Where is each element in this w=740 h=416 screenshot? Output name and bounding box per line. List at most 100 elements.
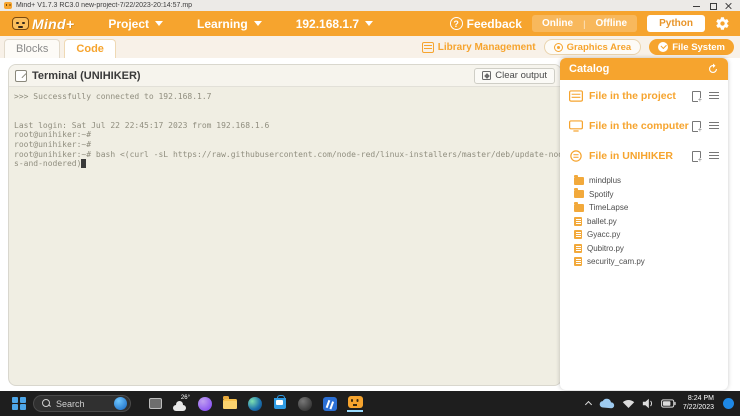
start-button-icon[interactable] [12, 396, 26, 411]
terminal-cursor [81, 159, 87, 168]
chevron-down-icon [155, 21, 164, 26]
app-header: Mind+ Project Learning 192.168.1.7 ? Fee… [0, 11, 740, 36]
online-offline-toggle: Online | Offline [531, 15, 638, 32]
tray-time: 8:24 PM [687, 395, 714, 402]
python-file-icon [574, 216, 582, 226]
taskbar-search[interactable]: Search [33, 395, 131, 412]
taskbar-icon-edge[interactable] [247, 396, 263, 412]
catalog-section-unihiker[interactable]: File in UNIHIKER [560, 142, 728, 170]
terminal-line: root@unihiker:~# bash <(curl -sL https:/… [14, 149, 562, 159]
python-file-icon [574, 257, 582, 267]
library-icon [421, 41, 434, 53]
taskbar-icon-file-explorer[interactable] [222, 396, 238, 412]
folder-icon [574, 174, 584, 185]
tray-chevron-up-icon[interactable] [585, 400, 592, 407]
terminal-line: root@unihiker:~# [14, 139, 92, 149]
onedrive-cloud-icon[interactable] [599, 398, 615, 409]
file-system-button[interactable]: File System [649, 39, 734, 55]
menu-device-ip[interactable]: 192.168.1.7 [296, 17, 374, 31]
taskbar-icon-loop[interactable] [197, 396, 213, 412]
offline-button[interactable]: Offline [595, 18, 627, 29]
mindplus-logo: Mind+ [12, 16, 74, 32]
taskbar-icon-store[interactable] [272, 394, 288, 412]
menu-icon[interactable] [709, 152, 719, 160]
windows-taskbar: Search 26° 8:24 PM 7/22/2023 [0, 391, 740, 416]
maximize-icon[interactable] [709, 2, 717, 10]
project-folder-icon [569, 90, 583, 102]
catalog-header: Catalog [560, 58, 728, 80]
file-row[interactable]: mindplus [574, 174, 728, 188]
taskbar-icon-mindplus-active[interactable] [347, 396, 363, 412]
close-icon[interactable] [725, 2, 732, 9]
file-row[interactable]: security_cam.py [574, 255, 728, 269]
file-row[interactable]: Qubitro.py [574, 242, 728, 256]
window-titlebar: Mind+ V1.7.3 RC3.0 new-project-7/22/2023… [0, 0, 740, 11]
catalog-section-project[interactable]: File in the project [560, 82, 728, 110]
online-button[interactable]: Online [542, 18, 573, 29]
new-file-icon[interactable] [692, 120, 702, 134]
question-icon: ? [449, 17, 463, 30]
terminal-line: Last login: Sat Jul 22 22:45:17 2023 fro… [14, 120, 270, 130]
weather-temp: 26° [180, 394, 190, 401]
menu-project[interactable]: Project [108, 17, 164, 31]
window-title: Mind+ V1.7.3 RC3.0 new-project-7/22/2023… [16, 2, 193, 9]
python-file-icon [574, 243, 582, 253]
terminal-header: Terminal (UNIHIKER) Clear output [9, 65, 561, 87]
file-row[interactable]: Gyacc.py [574, 228, 728, 242]
unihiker-device-icon [570, 150, 582, 162]
battery-icon[interactable] [660, 398, 676, 409]
graphics-area-button[interactable]: Graphics Area [543, 39, 642, 55]
terminal-title: Terminal (UNIHIKER) [32, 69, 141, 82]
library-management-button[interactable]: Library Management [421, 41, 536, 53]
python-file-icon [574, 230, 582, 240]
clear-output-button[interactable]: Clear output [474, 67, 555, 84]
menu-learning[interactable]: Learning [197, 17, 262, 31]
minimize-icon[interactable] [693, 2, 700, 9]
terminal-line: root@unihiker:~# [14, 130, 92, 140]
chevron-down-icon [365, 21, 374, 26]
mindplus-app-icon [4, 2, 12, 9]
search-icon [42, 399, 51, 408]
search-highlights-icon [114, 397, 127, 410]
file-row[interactable]: Spotify [574, 188, 728, 202]
tray-clock[interactable]: 8:24 PM 7/22/2023 [683, 395, 714, 412]
file-row[interactable]: ballet.py [574, 215, 728, 229]
feedback-button[interactable]: ? Feedback [449, 17, 522, 31]
terminal-panel: Terminal (UNIHIKER) Clear output >>> Suc… [8, 64, 562, 386]
check-circle-icon [658, 42, 669, 52]
robot-logo-icon [12, 17, 29, 30]
notification-badge[interactable] [723, 398, 734, 409]
speaker-icon[interactable] [642, 398, 654, 409]
tab-code[interactable]: Code [64, 39, 116, 58]
new-file-icon[interactable] [692, 150, 702, 164]
taskbar-icon-weather[interactable]: 26° [172, 394, 190, 412]
terminal-line: >>> Successfully connected to 192.168.1.… [14, 92, 212, 101]
file-row[interactable]: TimeLapse [574, 201, 728, 215]
gear-icon[interactable] [715, 16, 730, 31]
eraser-icon [482, 71, 492, 80]
new-file-icon[interactable] [692, 90, 702, 104]
python-mode-button[interactable]: Python [647, 15, 705, 32]
tab-blocks[interactable]: Blocks [4, 39, 61, 58]
catalog-section-computer[interactable]: File in the computer [560, 112, 728, 140]
tray-date: 7/22/2023 [682, 403, 714, 411]
folder-icon [574, 188, 584, 199]
chevron-down-icon [253, 21, 262, 26]
menu-icon[interactable] [709, 92, 719, 100]
taskbar-icon-task-view[interactable] [147, 396, 163, 412]
wifi-icon[interactable] [622, 398, 635, 409]
logo-text: Mind+ [32, 15, 75, 32]
folder-icon [574, 201, 584, 212]
catalog-title: Catalog [569, 63, 610, 75]
refresh-icon[interactable] [707, 63, 719, 75]
graphics-area-icon [553, 42, 563, 52]
taskbar-icon-round-app[interactable] [297, 396, 313, 412]
main-area: Terminal (UNIHIKER) Clear output >>> Suc… [0, 58, 740, 391]
terminal-edit-icon [15, 69, 27, 82]
search-label: Search [56, 398, 85, 409]
menu-icon[interactable] [709, 122, 719, 130]
terminal-output[interactable]: >>> Successfully connected to 192.168.1.… [9, 87, 561, 174]
taskbar-icon-blue-app[interactable] [322, 396, 338, 412]
